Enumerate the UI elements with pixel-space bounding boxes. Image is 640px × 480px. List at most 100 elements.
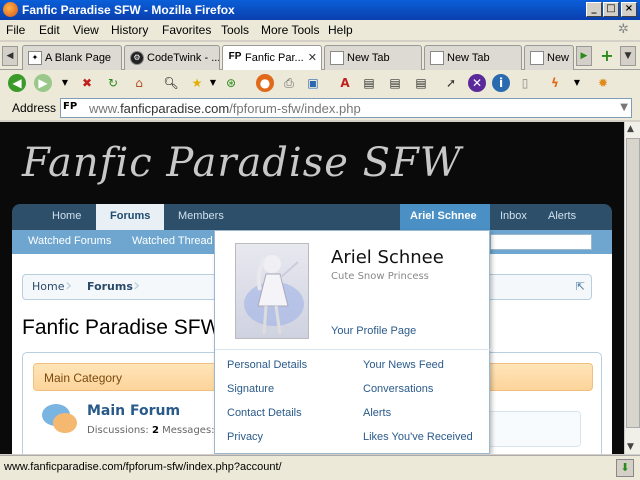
back-icon[interactable]: ◀ [8,74,26,92]
breadcrumb-forums[interactable]: Forums [87,280,133,293]
reload-icon[interactable]: ↻ [104,74,122,92]
print-icon[interactable]: ⎙ [280,74,298,92]
stop-icon[interactable]: ✖ [78,74,96,92]
home-icon[interactable]: ⌂ [130,74,148,92]
downloads-icon[interactable]: ⬇ [616,459,634,477]
subnav-watched-threads[interactable]: Watched Threads [132,235,212,247]
tab-new-tab-1[interactable]: New Tab [324,45,422,70]
link-likes-received[interactable]: Likes You've Received [363,431,473,443]
search-icon[interactable]: 🔍︎ [162,74,180,92]
site-favicon-icon: FP [63,101,78,112]
document-icon[interactable]: ▯ [516,74,534,92]
menu-bar: File Edit View History Favorites Tools M… [0,20,640,40]
puzzle-icon: ✦ [28,51,42,65]
lightning-icon[interactable]: ϟ [546,74,564,92]
forward-icon[interactable]: ▶ [34,74,52,92]
list-tabs-icon[interactable]: ▼ [620,46,636,66]
breadcrumb-separator-icon: › [65,275,73,296]
menu-history[interactable]: History [111,23,148,37]
popup-user-title: Cute Snow Princess [331,271,429,282]
vertical-scrollbar[interactable]: ▲ ▼ [624,122,640,454]
tab-new-tab-2[interactable]: New Tab [424,45,522,70]
popup-divider [215,349,491,350]
menu-tools[interactable]: Tools [221,23,249,37]
site-logo-title[interactable]: Fanfic Paradise SFW [22,140,462,186]
bookmark-dropdown-icon[interactable]: ▼ [204,74,222,92]
page-icon [430,51,444,65]
sync-icon[interactable]: ⊛ [222,74,240,92]
forum-name[interactable]: Main Forum [87,403,180,419]
monitor-3-icon[interactable]: ▤ [412,74,430,92]
nav-home[interactable]: Home [52,210,81,222]
close-window-button[interactable]: × [621,2,637,17]
external-link-icon[interactable]: ⇱ [576,280,585,293]
link-signature[interactable]: Signature [227,383,274,395]
cursor-icon[interactable]: ➚ [442,74,460,92]
status-text: www.fanficparadise.com/fpforum-sfw/index… [4,461,282,473]
tab-blank-page[interactable]: ✦ A Blank Page [22,45,122,70]
scroll-thumb[interactable] [626,138,640,428]
monitor-2-icon[interactable]: ▤ [386,74,404,92]
forum-chat-icon [42,404,77,433]
nav-members[interactable]: Members [178,210,224,222]
nav-forums[interactable]: Forums [96,204,165,230]
tab-new-tab-3[interactable]: New [524,45,574,70]
breadcrumb-home[interactable]: Home [32,280,64,293]
link-alerts[interactable]: Alerts [363,407,391,419]
tab-strip: ◀ ✦ A Blank Page ⚙ CodeTwink - ... FP Fa… [0,42,640,71]
address-input[interactable]: FP www.fanficparadise.com/fpforum-sfw/in… [60,98,632,118]
monitor-1-icon[interactable]: ▤ [360,74,378,92]
menu-favorites[interactable]: Favorites [162,23,211,37]
link-personal-details[interactable]: Personal Details [227,359,307,371]
page-title: Fanfic Paradise SFW [22,316,221,339]
status-bar: www.fanficparadise.com/fpforum-sfw/index… [0,455,640,480]
tab-label: Fanfic Par... [245,52,304,64]
menu-more-tools[interactable]: More Tools [261,23,319,37]
new-tab-icon[interactable]: + [598,46,616,66]
link-contact-details[interactable]: Contact Details [227,407,302,419]
forum-stats: Discussions: 2 Messages: [87,425,215,436]
subnav-watched-forums[interactable]: Watched Forums [28,235,111,247]
search-input[interactable] [490,234,592,250]
menu-help[interactable]: Help [328,23,353,37]
link-privacy[interactable]: Privacy [227,431,263,443]
gear-icon[interactable]: ✹ [594,74,612,92]
scroll-up-icon[interactable]: ▲ [627,124,634,134]
title-bar: Fanfic Paradise SFW - Mozilla Firefox _ … [0,0,640,20]
screenshot-icon[interactable]: ▣ [304,74,322,92]
firefox-button-icon[interactable]: ● [256,74,274,92]
nav-user-account[interactable]: Ariel Schnee [400,204,490,230]
main-nav: Home Forums Members Ariel Schnee Inbox A… [12,204,612,230]
nav-inbox[interactable]: Inbox [500,210,527,222]
fp-icon: FP [228,51,242,62]
pdf-icon[interactable]: A [336,74,354,92]
scroll-down-icon[interactable]: ▼ [627,442,634,452]
tab-label: CodeTwink - ... [147,52,220,64]
window-title: Fanfic Paradise SFW - Mozilla Firefox [22,3,235,17]
tab-codetwink[interactable]: ⚙ CodeTwink - ... [124,45,220,70]
address-dropdown-icon[interactable]: ▼ [620,102,628,113]
menu-file[interactable]: File [6,23,25,37]
history-dropdown-icon[interactable]: ▼ [56,74,74,92]
tab-fanfic-paradise[interactable]: FP Fanfic Par... ✕ [222,45,322,71]
navigation-toolbar: ◀ ▶ ▼ ✖ ↻ ⌂ 🔍︎ ★ ▼ ⊛ ● ⎙ ▣ A ▤ ▤ ▤ ➚ ✕ i… [0,70,640,96]
category-title: Main Category [44,371,123,385]
link-conversations[interactable]: Conversations [363,383,433,395]
close-tab-icon[interactable]: ✕ [308,51,317,64]
link-news-feed[interactable]: Your News Feed [363,359,444,371]
tab-scroll-right-icon[interactable]: ▶ [576,46,592,66]
tab-scroll-left-icon[interactable]: ◀ [2,46,18,66]
nav-alerts[interactable]: Alerts [548,210,576,222]
maximize-button[interactable]: □ [603,2,619,17]
tab-label: New Tab [347,52,390,64]
throbber-icon: ✲ [618,22,629,37]
menu-edit[interactable]: Edit [39,23,60,37]
profile-page-link[interactable]: Your Profile Page [331,325,416,337]
minimize-button[interactable]: _ [586,2,602,17]
avatar[interactable] [235,243,309,339]
menu-view[interactable]: View [73,23,99,37]
info-icon[interactable]: i [492,74,510,92]
block-icon[interactable]: ✕ [468,74,486,92]
popup-user-name[interactable]: Ariel Schnee [331,247,444,268]
lightning-dropdown-icon[interactable]: ▼ [568,74,586,92]
